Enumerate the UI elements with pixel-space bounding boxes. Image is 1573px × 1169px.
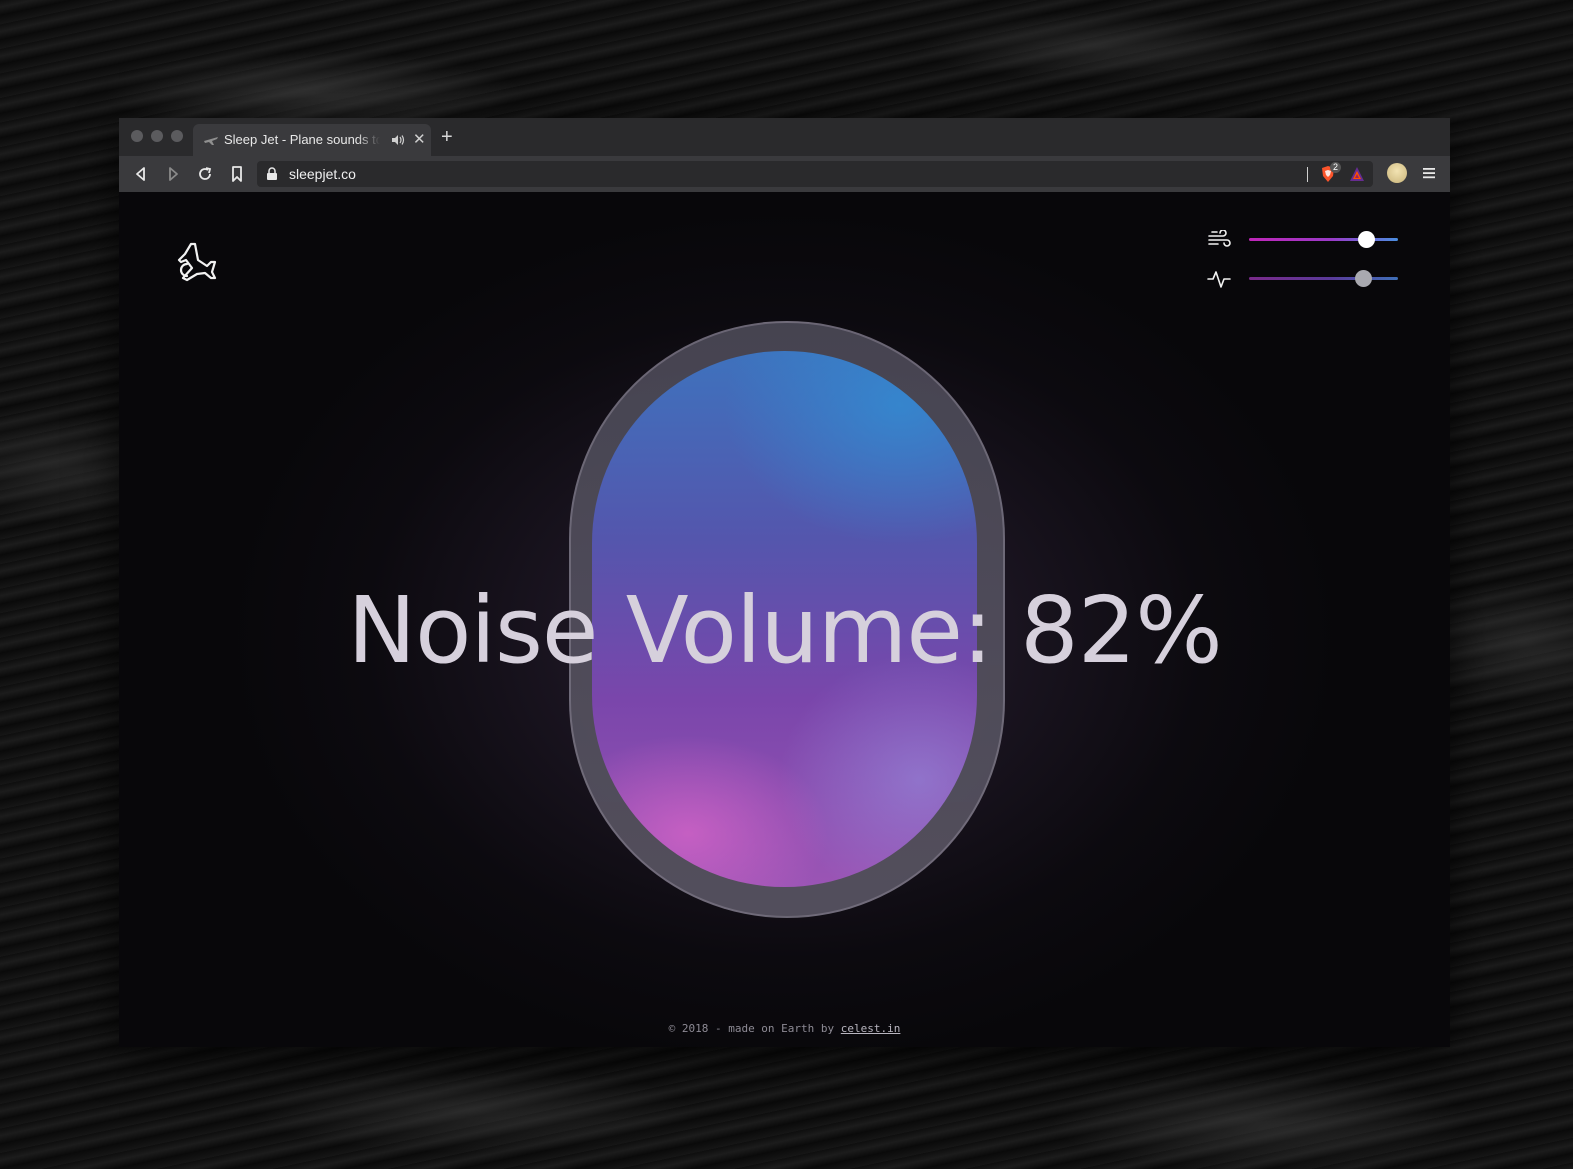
footer: © 2018 - made on Earth by celest.in: [119, 1022, 1450, 1035]
hamburger-menu-icon[interactable]: [1422, 165, 1436, 181]
pulse-volume-slider[interactable]: [1207, 267, 1402, 291]
sleepjet-logo-icon[interactable]: [171, 240, 221, 284]
footer-link[interactable]: celest.in: [841, 1022, 901, 1035]
tab-title: Sleep Jet - Plane sounds to fall asleep: [224, 132, 380, 147]
browser-window: Sleep Jet - Plane sounds to fall asleep …: [119, 118, 1450, 1047]
activity-icon: [1207, 271, 1231, 288]
wind-volume-slider[interactable]: [1207, 228, 1402, 252]
audio-playing-icon[interactable]: [391, 133, 405, 147]
url-text: sleepjet.co: [289, 166, 356, 182]
address-bar[interactable]: sleepjet.co 2: [257, 161, 1373, 187]
pulse-slider-track[interactable]: [1249, 277, 1398, 280]
wind-slider-knob[interactable]: [1358, 231, 1376, 248]
maximize-window-button[interactable]: [171, 130, 183, 142]
pulse-slider-knob[interactable]: [1355, 270, 1373, 287]
reload-icon[interactable]: [196, 165, 214, 183]
tab-bar: Sleep Jet - Plane sounds to fall asleep …: [119, 118, 1450, 156]
address-separator: [1307, 167, 1308, 182]
footer-text: © 2018 - made on Earth by: [668, 1022, 835, 1035]
wind-icon: [1208, 230, 1231, 247]
bookmark-icon[interactable]: [228, 165, 246, 183]
wind-slider-track[interactable]: [1249, 238, 1398, 241]
profile-avatar[interactable]: [1387, 163, 1407, 183]
tab-close-icon[interactable]: ✕: [413, 131, 426, 149]
page-content: Noise Volume: 82% © 2018 - made on Earth…: [119, 192, 1450, 1047]
lock-icon: [267, 167, 277, 180]
forward-icon[interactable]: [164, 165, 182, 183]
tab-active[interactable]: Sleep Jet - Plane sounds to fall asleep …: [193, 124, 431, 156]
new-tab-button[interactable]: +: [441, 127, 453, 147]
plane-favicon-icon: [204, 137, 218, 145]
bat-rewards-icon[interactable]: [1349, 166, 1365, 182]
shield-count-badge: 2: [1329, 162, 1341, 173]
toolbar: sleepjet.co 2: [119, 156, 1450, 192]
minimize-window-button[interactable]: [151, 130, 163, 142]
noise-volume-label: Noise Volume: 82%: [347, 577, 1222, 684]
back-icon[interactable]: [132, 165, 150, 183]
close-window-button[interactable]: [131, 130, 143, 142]
